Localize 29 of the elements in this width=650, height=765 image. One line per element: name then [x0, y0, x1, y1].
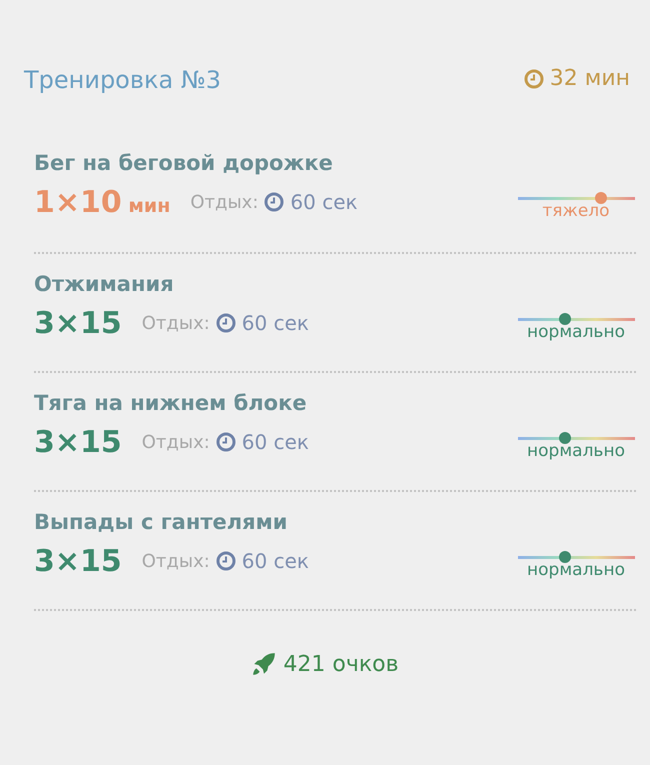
rest-time: 60 сек [242, 430, 309, 454]
exercise-name: Бег на беговой дорожке [34, 151, 334, 175]
clock-icon [216, 551, 236, 571]
rest-time: 60 сек [242, 549, 309, 573]
difficulty-label: нормально [527, 560, 625, 580]
clock-icon [216, 432, 236, 452]
sets-text: 3×15 [34, 424, 122, 460]
clock-icon [264, 192, 284, 212]
sets-text: 1×10 мин [34, 184, 170, 220]
rest-label: Отдых: [142, 432, 210, 452]
sets-text: 3×15 [34, 544, 122, 578]
points-text: 421 очков [283, 652, 399, 676]
clock-icon [216, 313, 236, 333]
rest-label: Отдых: [142, 312, 210, 334]
difficulty-label: тяжело [542, 201, 610, 221]
rest-time: 60 сек [242, 311, 309, 335]
clock-icon [524, 68, 544, 88]
exercise-name: Выпады с гантелями [34, 510, 289, 534]
duration-text: 32 мин [550, 66, 630, 91]
rest-time: 60 сек [290, 190, 358, 214]
difficulty-label: нормально [527, 441, 625, 461]
rest-label: Отдых: [190, 192, 258, 212]
rocket-icon [251, 651, 278, 677]
difficulty-label: нормально [527, 322, 625, 342]
workout-title: Тренировка №3 [24, 66, 222, 94]
exercise-name: Тяга на нижнем блоке [34, 391, 308, 415]
rest-label: Отдых: [142, 550, 210, 572]
sets-text: 3×15 [34, 306, 122, 340]
exercise-name: Отжимания [34, 272, 175, 296]
